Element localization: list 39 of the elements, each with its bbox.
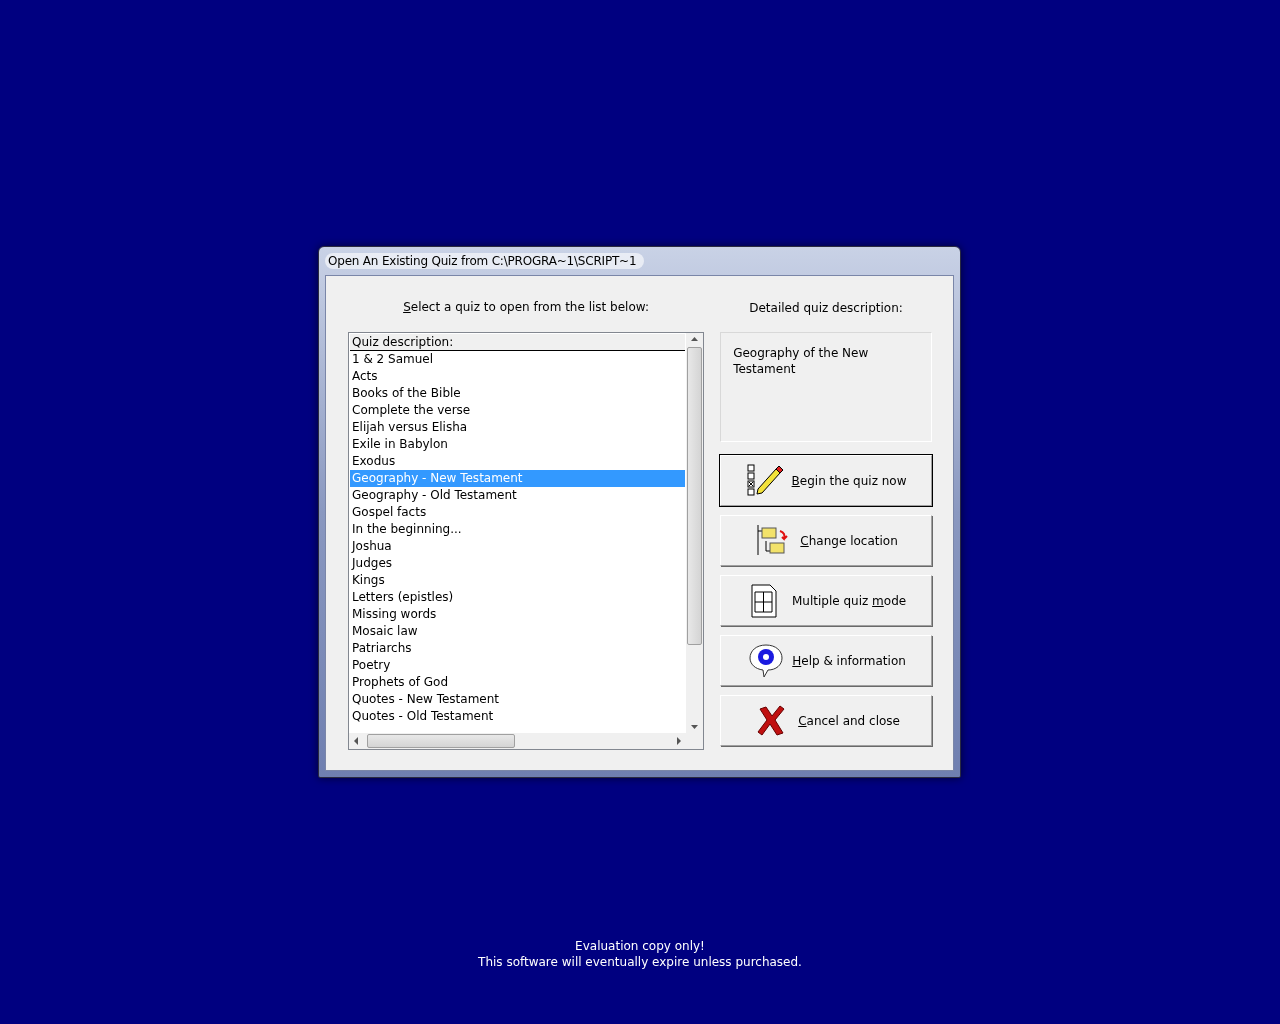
- quiz-item[interactable]: Acts: [350, 368, 686, 385]
- quiz-item[interactable]: Geography - Old Testament: [350, 487, 686, 504]
- quiz-item[interactable]: Quotes - Old Testament: [350, 708, 686, 725]
- multiple-button[interactable]: Multiple quiz mode: [720, 575, 932, 626]
- scroll-thumb[interactable]: [687, 347, 703, 645]
- quiz-item[interactable]: Joshua: [350, 538, 686, 555]
- quiz-item[interactable]: Missing words: [350, 606, 686, 623]
- quiz-item[interactable]: Elijah versus Elisha: [350, 419, 686, 436]
- quiz-item[interactable]: Prophets of God: [350, 674, 686, 691]
- quiz-item[interactable]: Exodus: [350, 453, 686, 470]
- quiz-item[interactable]: Mosaic law: [350, 623, 686, 640]
- quiz-item[interactable]: Poetry: [350, 657, 686, 674]
- horizontal-scrollbar[interactable]: [349, 733, 704, 749]
- quiz-item[interactable]: 1 & 2 Samuel: [350, 351, 686, 368]
- quiz-item[interactable]: Books of the Bible: [350, 385, 686, 402]
- quiz-item[interactable]: Quotes - New Testament: [350, 691, 686, 708]
- column-header[interactable]: Quiz description:: [350, 334, 686, 351]
- quiz-item[interactable]: Letters (epistles): [350, 589, 686, 606]
- vertical-scrollbar[interactable]: [686, 333, 704, 733]
- location-button[interactable]: Change location: [720, 515, 932, 566]
- evaluation-notice: This software will eventually expire unless purchased.: [478, 954, 802, 970]
- quiz-list[interactable]: [348, 332, 705, 750]
- list-instruction: Select a quiz to open from the list below:: [402, 300, 650, 316]
- quiz-item[interactable]: Patriarchs: [350, 640, 686, 657]
- description-text: Geography of the New Testament: [733, 345, 870, 377]
- begin-button[interactable]: Begin the quiz now: [720, 455, 932, 506]
- help-button[interactable]: Help & information: [720, 635, 932, 686]
- quiz-item[interactable]: In the beginning...: [350, 521, 686, 538]
- quiz-item[interactable]: Complete the verse: [350, 402, 686, 419]
- quiz-item[interactable]: Judges: [350, 555, 686, 572]
- description-label: Detailed quiz description:: [748, 301, 904, 317]
- window-title: Open An Existing Quiz from C:\PROGRA~1\SCRIPT~1: [325, 253, 645, 269]
- cancel-button[interactable]: Cancel and close: [720, 695, 932, 746]
- quiz-item[interactable]: Gospel facts: [350, 504, 686, 521]
- quiz-item[interactable]: Exile in Babylon: [350, 436, 686, 453]
- evaluation-notice: Evaluation copy only!: [575, 938, 705, 954]
- quiz-item[interactable]: Kings: [350, 572, 686, 589]
- checklist-pencil-icon: [745, 462, 786, 499]
- scroll-thumb[interactable]: [367, 734, 515, 748]
